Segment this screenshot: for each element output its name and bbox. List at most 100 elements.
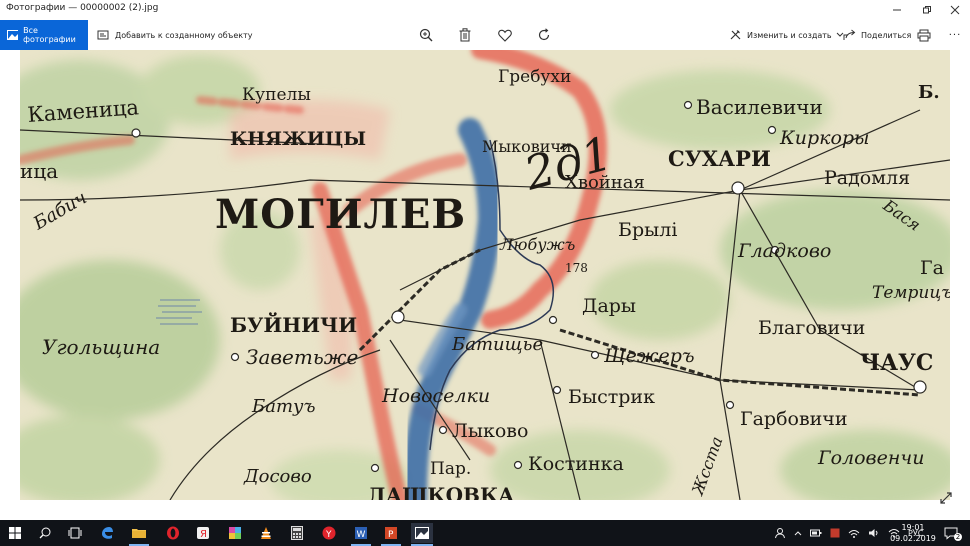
edit-create-button[interactable]: Изменить и создать bbox=[729, 20, 844, 50]
action-center-button[interactable]: 2 bbox=[944, 520, 962, 546]
all-photos-button[interactable]: Все фотографии bbox=[0, 20, 88, 50]
svg-text:Y: Y bbox=[325, 530, 332, 540]
map-image[interactable]: Каменица ица Бабич Купелы КНЯЖИЦЫ МОГИЛЕ… bbox=[20, 50, 950, 500]
calculator-icon bbox=[291, 526, 303, 540]
minimize-icon bbox=[893, 9, 901, 11]
add-creation-label: Добавить к созданному объекту bbox=[115, 30, 253, 40]
share-icon bbox=[843, 29, 856, 40]
add-to-creation-button[interactable]: Добавить к созданному объекту bbox=[97, 20, 252, 50]
label-dashkovka: ДАШКОВКА bbox=[368, 483, 515, 500]
favorite-button[interactable] bbox=[495, 25, 515, 45]
label-kostinka: Костинка bbox=[528, 453, 624, 475]
edit-icon bbox=[730, 30, 741, 40]
heart-icon bbox=[498, 29, 512, 42]
yandex-browser-app[interactable]: Y bbox=[319, 523, 339, 543]
start-button[interactable] bbox=[5, 523, 25, 543]
print-button[interactable] bbox=[914, 25, 934, 45]
window-title: Фотографии — 00000002 (2).jpg bbox=[6, 3, 159, 13]
explorer-app[interactable] bbox=[129, 523, 149, 546]
edit-create-label: Изменить и создать bbox=[747, 30, 832, 40]
media-icon bbox=[229, 527, 241, 539]
label-dosovo: Досово bbox=[243, 466, 312, 487]
label-178: 178 bbox=[565, 261, 588, 275]
label-bystrik: Быстрик bbox=[568, 386, 655, 408]
image-viewer: Каменица ица Бабич Купелы КНЯЖИЦЫ МОГИЛЕ… bbox=[0, 50, 970, 520]
notification-count: 2 bbox=[954, 533, 962, 541]
photos-app-icon bbox=[415, 527, 429, 539]
vlc-icon bbox=[261, 527, 271, 539]
task-view-button[interactable] bbox=[65, 523, 85, 543]
fullscreen-button[interactable] bbox=[938, 490, 954, 506]
label-b: Б. bbox=[918, 82, 940, 103]
close-button[interactable] bbox=[940, 0, 970, 20]
label-vasilevichi: Василевичи bbox=[696, 95, 823, 119]
edge-icon bbox=[102, 527, 113, 539]
label-temrits: Темрицъ bbox=[872, 283, 950, 303]
label-tsa: ица bbox=[20, 159, 58, 183]
all-photos-label: Все фотографии bbox=[23, 26, 76, 44]
media-app[interactable] bbox=[225, 523, 245, 543]
label-sukhari: СУХАРИ bbox=[668, 146, 771, 171]
label-gladkovo: Гладково bbox=[737, 240, 831, 262]
powerpoint-icon: P bbox=[385, 527, 397, 540]
zoom-in-icon bbox=[419, 28, 433, 42]
svg-text:W: W bbox=[357, 530, 366, 540]
search-button[interactable] bbox=[35, 523, 55, 543]
taskbar: Я Y W P РУС 19:01 09.02.2019 2 bbox=[0, 520, 970, 546]
yandex-browser-icon: Y bbox=[322, 526, 336, 540]
clock-time: 19:01 bbox=[901, 523, 925, 532]
chevron-up-icon bbox=[794, 531, 802, 536]
yandex-icon: Я bbox=[197, 527, 209, 540]
label-knyazhitsy: КНЯЖИЦЫ bbox=[230, 128, 366, 150]
edge-app[interactable] bbox=[97, 523, 117, 543]
zoom-button[interactable] bbox=[416, 25, 436, 45]
share-label: Поделиться bbox=[861, 30, 912, 40]
label-dary: Дары bbox=[582, 295, 636, 317]
rotate-button[interactable] bbox=[534, 25, 554, 45]
battery-icon bbox=[810, 529, 822, 537]
opera-app[interactable] bbox=[163, 523, 183, 543]
more-icon: ··· bbox=[948, 29, 962, 41]
rotate-icon bbox=[538, 28, 550, 41]
delete-button[interactable] bbox=[455, 25, 475, 45]
clock-date: 09.02.2019 bbox=[890, 534, 936, 543]
label-bryli: Брылi bbox=[618, 219, 677, 241]
volume-icon bbox=[869, 529, 878, 537]
label-baty: Батуъ bbox=[251, 396, 315, 417]
label-buinichi: БУЙНИЧИ bbox=[230, 311, 357, 337]
clock[interactable]: 19:01 09.02.2019 bbox=[890, 522, 936, 544]
label-garbovichi: Гарбовичи bbox=[740, 408, 848, 430]
label-lyubuzh: Любужъ bbox=[499, 235, 575, 254]
label-par: Пар. bbox=[430, 459, 471, 479]
yandex-app[interactable]: Я bbox=[193, 523, 213, 543]
label-ugolshchina: Угольщина bbox=[42, 335, 160, 359]
powerpoint-app[interactable]: P bbox=[381, 523, 401, 546]
search-icon bbox=[39, 527, 51, 539]
task-view-icon bbox=[68, 527, 82, 539]
label-blagovichi: Благовичи bbox=[758, 317, 865, 339]
label-batishche: Батищье bbox=[451, 334, 543, 355]
label-golovenchi: Головенчи bbox=[817, 447, 924, 469]
vlc-app[interactable] bbox=[256, 523, 276, 543]
app-toolbar: Все фотографии Добавить к созданному объ… bbox=[0, 20, 970, 50]
notification-badge-icon bbox=[830, 528, 840, 538]
minimize-button[interactable] bbox=[882, 0, 912, 20]
more-button[interactable]: ··· bbox=[945, 25, 965, 45]
opera-icon bbox=[167, 526, 179, 540]
word-app[interactable]: W bbox=[351, 523, 371, 546]
calculator-app[interactable] bbox=[287, 523, 307, 543]
add-creation-icon bbox=[97, 30, 109, 40]
share-button[interactable]: Поделиться bbox=[843, 20, 911, 50]
label-shchezhe: Щежеръ bbox=[603, 345, 695, 367]
photos-app[interactable] bbox=[411, 523, 433, 546]
label-chaus: ЧАУС bbox=[860, 350, 933, 376]
expand-icon bbox=[940, 492, 952, 504]
folder-icon bbox=[132, 529, 146, 538]
photos-icon bbox=[7, 30, 19, 40]
label-grebukhi: Гребухи bbox=[498, 67, 571, 87]
label-novoselki: Новоселки bbox=[381, 385, 490, 407]
printer-icon bbox=[917, 29, 931, 41]
svg-text:Я: Я bbox=[200, 529, 207, 540]
label-zavetye: Заветьже bbox=[246, 345, 358, 369]
maximize-button[interactable] bbox=[912, 0, 942, 20]
